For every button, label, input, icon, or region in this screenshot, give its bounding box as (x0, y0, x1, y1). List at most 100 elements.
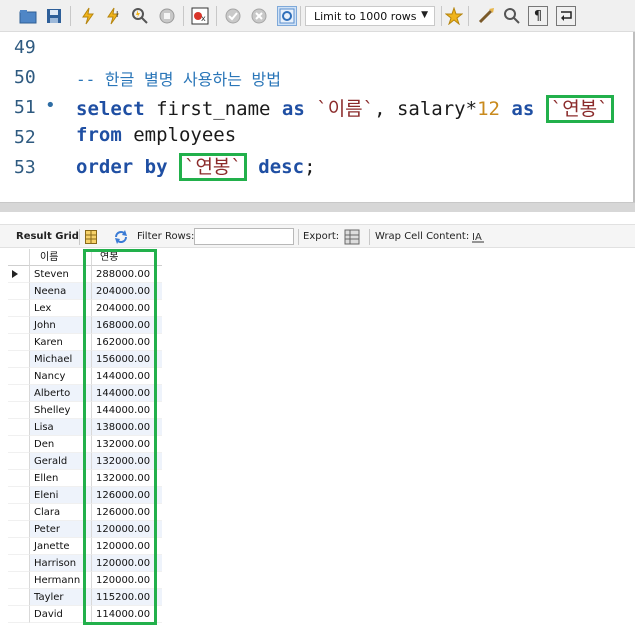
cell-annual-salary[interactable]: 138000.00 (92, 419, 162, 436)
row-indicator[interactable] (8, 606, 30, 623)
beautify-icon[interactable] (476, 6, 496, 26)
column-header-salary[interactable]: 연봉 (92, 249, 162, 266)
cell-first-name[interactable]: Lisa (30, 419, 92, 436)
cell-annual-salary[interactable]: 204000.00 (92, 300, 162, 317)
code-line-52[interactable]: from employees (76, 124, 236, 146)
cell-first-name[interactable]: Peter (30, 521, 92, 538)
limit-rows-select[interactable]: Limit to 1000 rows ▼ (305, 6, 435, 26)
row-indicator[interactable] (8, 538, 30, 555)
export-icon[interactable] (344, 228, 362, 249)
cell-annual-salary[interactable]: 120000.00 (92, 572, 162, 589)
cell-first-name[interactable]: Karen (30, 334, 92, 351)
refresh-icon[interactable] (113, 229, 129, 248)
keyword: order (76, 156, 134, 178)
cell-first-name[interactable]: Ellen (30, 470, 92, 487)
commit-icon[interactable] (223, 6, 243, 26)
row-indicator[interactable] (8, 317, 30, 334)
execute-current-icon[interactable]: I (104, 6, 124, 26)
cell-annual-salary[interactable]: 126000.00 (92, 504, 162, 521)
cell-annual-salary[interactable]: 132000.00 (92, 436, 162, 453)
result-grid-tab[interactable]: Result Grid (16, 231, 79, 242)
cell-first-name[interactable]: Alberto (30, 385, 92, 402)
save-icon[interactable] (44, 6, 64, 26)
cell-annual-salary[interactable]: 120000.00 (92, 555, 162, 572)
cell-first-name[interactable]: Eleni (30, 487, 92, 504)
cell-first-name[interactable]: Shelley (30, 402, 92, 419)
cell-annual-salary[interactable]: 126000.00 (92, 487, 162, 504)
cell-first-name[interactable]: Janette (30, 538, 92, 555)
cell-annual-salary[interactable]: 168000.00 (92, 317, 162, 334)
row-indicator[interactable] (8, 555, 30, 572)
row-indicator[interactable] (8, 368, 30, 385)
row-indicator[interactable] (8, 283, 30, 300)
cell-annual-salary[interactable]: 162000.00 (92, 334, 162, 351)
toggle-error-icon[interactable]: x (190, 6, 210, 26)
cell-first-name[interactable]: David (30, 606, 92, 623)
code-line-51[interactable]: select first_name as `이름`, salary*12 as … (76, 94, 614, 123)
find-icon[interactable] (502, 6, 522, 26)
cell-annual-salary[interactable]: 156000.00 (92, 351, 162, 368)
sql-comment: -- 한글 별명 사용하는 방법 (76, 70, 281, 89)
cell-annual-salary[interactable]: 144000.00 (92, 385, 162, 402)
cell-annual-salary[interactable]: 114000.00 (92, 606, 162, 623)
cell-annual-salary[interactable]: 120000.00 (92, 521, 162, 538)
cell-first-name[interactable]: Nancy (30, 368, 92, 385)
cell-annual-salary[interactable]: 132000.00 (92, 470, 162, 487)
cell-first-name[interactable]: Tayler (30, 589, 92, 606)
cell-first-name[interactable]: Den (30, 436, 92, 453)
line-number: 53 (14, 157, 36, 178)
cell-annual-salary[interactable]: 132000.00 (92, 453, 162, 470)
filter-rows-input[interactable] (194, 228, 294, 245)
cell-annual-salary[interactable]: 144000.00 (92, 402, 162, 419)
explain-icon[interactable] (130, 6, 150, 26)
row-indicator[interactable] (8, 334, 30, 351)
open-folder-icon[interactable] (18, 6, 38, 26)
code-line-50[interactable]: -- 한글 별명 사용하는 방법 (76, 66, 281, 90)
grid-view-icon[interactable] (85, 230, 97, 247)
row-indicator[interactable] (8, 589, 30, 606)
row-indicator[interactable] (8, 487, 30, 504)
column-header-name[interactable]: 이름 (30, 249, 92, 266)
cell-annual-salary[interactable]: 115200.00 (92, 589, 162, 606)
rollback-icon[interactable] (249, 6, 269, 26)
cell-first-name[interactable]: Steven (30, 266, 92, 283)
row-indicator[interactable] (8, 351, 30, 368)
row-indicator[interactable] (8, 385, 30, 402)
wrap-cell-content-icon[interactable]: IA (471, 230, 485, 247)
autocommit-icon[interactable] (277, 6, 297, 26)
cell-first-name[interactable]: Gerald (30, 453, 92, 470)
row-indicator[interactable] (8, 266, 30, 283)
cell-annual-salary[interactable]: 288000.00 (92, 266, 162, 283)
row-indicator[interactable] (8, 504, 30, 521)
panel-splitter[interactable] (0, 202, 635, 212)
row-indicator[interactable] (8, 419, 30, 436)
row-indicator[interactable] (8, 436, 30, 453)
cell-first-name[interactable]: John (30, 317, 92, 334)
keyword: by (144, 156, 168, 178)
cell-first-name[interactable]: Michael (30, 351, 92, 368)
row-indicator[interactable] (8, 470, 30, 487)
invisible-chars-icon[interactable]: ¶ (528, 6, 548, 26)
cell-annual-salary[interactable]: 120000.00 (92, 538, 162, 555)
add-snippet-star-icon[interactable] (444, 6, 464, 26)
row-indicator[interactable] (8, 572, 30, 589)
row-indicator[interactable] (8, 402, 30, 419)
cell-annual-salary[interactable]: 144000.00 (92, 368, 162, 385)
wrap-icon[interactable] (556, 6, 576, 26)
code-line-53[interactable]: order by `연봉` desc; (76, 152, 316, 181)
cell-first-name[interactable]: Hermann (30, 572, 92, 589)
execute-icon[interactable] (78, 6, 98, 26)
cell-first-name[interactable]: Neena (30, 283, 92, 300)
row-indicator[interactable] (8, 521, 30, 538)
row-indicator[interactable] (8, 453, 30, 470)
row-indicator[interactable] (8, 300, 30, 317)
stop-icon[interactable] (157, 6, 177, 26)
cell-first-name[interactable]: Harrison (30, 555, 92, 572)
cell-first-name[interactable]: Lex (30, 300, 92, 317)
cell-annual-salary[interactable]: 204000.00 (92, 283, 162, 300)
cell-first-name[interactable]: Clara (30, 504, 92, 521)
sql-editor[interactable]: 49 50 -- 한글 별명 사용하는 방법 51 • select first… (0, 32, 635, 202)
